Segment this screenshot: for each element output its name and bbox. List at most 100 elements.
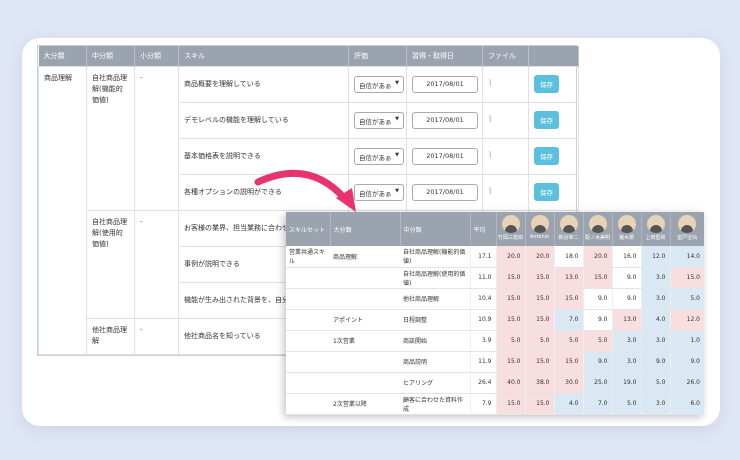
score-cell: 15.0 [495, 288, 525, 310]
skill-matrix-table: スキルセット 大分類 中分類 平均 竹岡三枝郎 Antonio 新谷宰二 配ノ木美明 猪木那 上田… [286, 212, 704, 415]
chevron-down-icon: ▼ [395, 115, 399, 122]
matrix-major [330, 267, 400, 289]
score-cell: 15.0 [582, 267, 612, 289]
paperclip-icon[interactable]: ⌇ [488, 151, 492, 161]
score-cell: 38.0 [524, 372, 554, 394]
person-name: 上田堅和 [645, 235, 666, 241]
rating-select[interactable]: 自信があぁ ▼ [354, 111, 404, 129]
skill-name: 商品概要を理解している [178, 65, 349, 103]
date-input[interactable]: 2017/08/01 [412, 111, 478, 129]
date-input[interactable]: 2017/08/01 [412, 147, 478, 165]
score-cell: 9.0 [669, 351, 704, 373]
score-cell: 12.0 [640, 246, 670, 268]
date-cell: 2017/08/01 [406, 173, 483, 211]
avatar [617, 215, 636, 233]
score-cell: 15.0 [524, 309, 554, 331]
matrix-row: 2次営業以降 顧客に合わせた資料作成 7.9 15.0 15.0 4.0 7.0 5.0 3.0… [286, 393, 704, 415]
header-skill: スキル [178, 46, 349, 66]
mid-category: 他社商品理解 [86, 317, 135, 355]
matrix-avg: 10.9 [469, 309, 496, 331]
score-cell: 25.0 [582, 372, 612, 394]
minor-category: - [134, 65, 179, 211]
score-cell: 15.0 [524, 267, 554, 289]
score-cell: 5.0 [495, 330, 525, 352]
date-input[interactable]: 2017/08/01 [412, 75, 478, 93]
matrix-row: 商品説明 11.9 15.0 15.0 15.0 9.0 3.0 9.0 9.0 [286, 351, 704, 373]
score-cell: 3.0 [640, 330, 670, 352]
score-cell: 12.0 [669, 309, 704, 331]
save-button[interactable]: 保存 [534, 75, 559, 93]
header-actions [528, 46, 579, 66]
header-file: ファイル [482, 46, 529, 66]
rating-select[interactable]: 自信があぁ ▼ [354, 147, 404, 165]
score-cell: 9.0 [582, 288, 612, 310]
matrix-set [286, 267, 330, 289]
score-cell: 15.0 [524, 351, 554, 373]
person-header: 配ノ木美明 [583, 212, 613, 246]
person-name: 新谷宰二 [558, 235, 579, 241]
file-cell: ⌇ [482, 101, 529, 139]
chevron-down-icon: ▼ [395, 187, 399, 194]
matrix-mid: 日程調整 [400, 309, 470, 331]
score-cell: 13.0 [553, 267, 583, 289]
header-mid: 中分類 [86, 46, 135, 66]
score-cell: 5.0 [640, 372, 670, 394]
score-cell: 14.0 [669, 246, 704, 268]
score-cell: 15.0 [495, 309, 525, 331]
score-cell: 3.0 [611, 330, 641, 352]
rating-cell: 自信があぁ ▼ [348, 101, 407, 139]
score-cell: 9.0 [640, 351, 670, 373]
action-cell: 保存 [528, 101, 579, 139]
paperclip-icon[interactable]: ⌇ [488, 115, 492, 125]
chevron-down-icon: ▼ [395, 79, 399, 86]
score-cell: 5.0 [669, 288, 704, 310]
matrix-row: 営業共通スキル 商品理解 自社商品理解(機能的価値) 17.1 20.0 20.0 18.0… [286, 246, 704, 268]
score-cell: 3.0 [640, 393, 670, 415]
score-cell: 13.0 [611, 309, 641, 331]
minor-category: - [134, 209, 179, 319]
person-name: 室戸宝仙 [676, 235, 697, 241]
rating-cell: 自信があぁ ▼ [348, 65, 407, 103]
matrix-set [286, 288, 330, 310]
matrix-set: 営業共通スキル [286, 246, 330, 268]
matrix-mid: 商談開始 [400, 330, 470, 352]
save-button[interactable]: 保存 [534, 111, 559, 129]
avatar [559, 215, 578, 233]
person-header: 新谷宰二 [554, 212, 584, 246]
avatar [501, 215, 520, 233]
matrix-major: アポイント [330, 309, 400, 331]
rating-select[interactable]: 自信があぁ ▼ [354, 183, 404, 201]
rating-value: 自信があぁ [359, 153, 392, 162]
skill-name: デモレベルの機能を理解している [178, 101, 349, 139]
score-cell: 26.0 [669, 372, 704, 394]
score-cell: 1.0 [669, 330, 704, 352]
matrix-major [330, 288, 400, 310]
header-date: 習得・取得日 [406, 46, 483, 66]
score-cell: 5.0 [611, 393, 641, 415]
score-cell: 20.0 [582, 246, 612, 268]
arrow-icon [254, 169, 356, 212]
score-cell: 4.0 [553, 393, 583, 415]
matrix-set [286, 393, 330, 415]
save-button[interactable]: 保存 [534, 147, 559, 165]
person-header: 上田堅和 [641, 212, 671, 246]
action-cell: 保存 [528, 65, 579, 103]
file-cell: ⌇ [482, 173, 529, 211]
matrix-mid: 自社商品理解(機能的価値) [400, 246, 470, 268]
score-cell: 15.0 [495, 267, 525, 289]
header-rating: 評価 [348, 46, 407, 66]
score-cell: 20.0 [495, 246, 525, 268]
score-cell: 15.0 [524, 288, 554, 310]
paperclip-icon[interactable]: ⌇ [488, 79, 492, 89]
person-header: 竹岡三枝郎 [496, 212, 526, 246]
score-cell: 15.0 [553, 351, 583, 373]
avatar [588, 215, 607, 233]
rating-select[interactable]: 自信があぁ ▼ [354, 75, 404, 93]
date-input[interactable]: 2017/08/01 [412, 183, 478, 201]
score-cell: 9.0 [611, 267, 641, 289]
matrix-mid: 顧客に合わせた資料作成 [400, 393, 470, 415]
save-button[interactable]: 保存 [534, 183, 559, 201]
file-cell: ⌇ [482, 65, 529, 103]
matrix-row: 他社商品理解 10.4 15.0 15.0 15.0 9.0 9.0 3.0 5.0 [286, 288, 704, 310]
paperclip-icon[interactable]: ⌇ [488, 187, 492, 197]
